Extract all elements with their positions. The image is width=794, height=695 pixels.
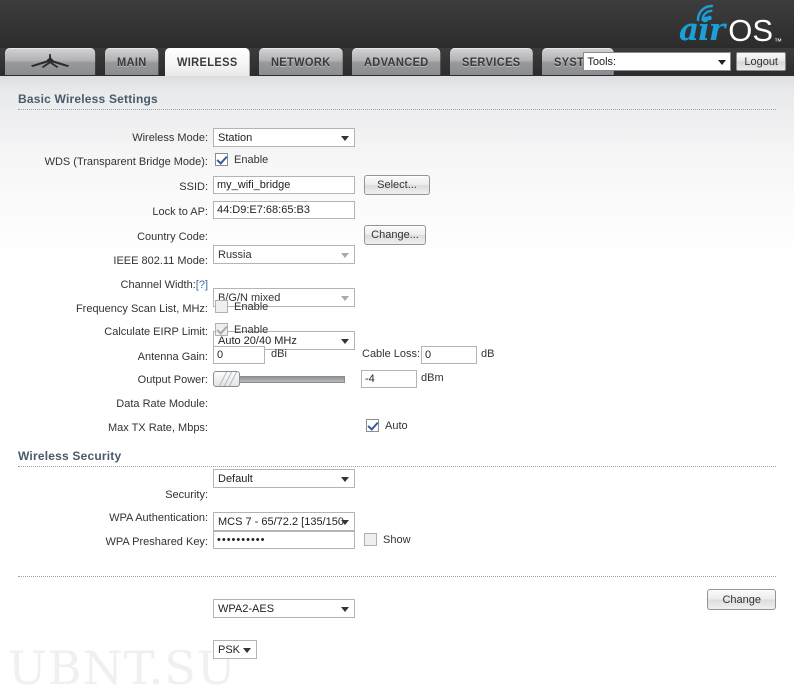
country-code-value: Russia	[218, 248, 252, 261]
max-tx-rate-value: MCS 7 - 65/72.2 [135/150	[218, 515, 344, 528]
section-title-security: Wireless Security	[18, 449, 122, 463]
tab-services[interactable]: SERVICES	[450, 48, 533, 75]
label-calc-eirp: Calculate EIRP Limit:	[104, 326, 208, 338]
freq-scan-enable-checkbox	[215, 300, 228, 313]
label-cable-loss: Cable Loss:	[362, 348, 421, 360]
label-freq-scan: Frequency Scan List, MHz:	[75, 303, 208, 315]
chevron-down-icon	[341, 295, 349, 301]
label-lock-to-ap: Lock to AP:	[152, 206, 208, 218]
label-wireless-mode: Wireless Mode:	[132, 132, 208, 144]
logo-os-text: OS	[728, 13, 773, 48]
data-rate-value: Default	[218, 472, 253, 485]
security-select[interactable]: WPA2-AES	[213, 599, 355, 618]
label-channel-width: Channel Width:[?]	[8, 276, 208, 294]
chevron-down-icon	[341, 252, 349, 258]
tab-main[interactable]: MAIN	[105, 48, 159, 75]
site-watermark: UBNT.SU	[8, 641, 237, 695]
label-wpa-auth: WPA Authentication:	[109, 512, 208, 524]
ubiquiti-logo-icon	[30, 53, 70, 68]
calc-eirp-enable-label: Enable	[234, 323, 269, 336]
tab-advanced[interactable]: ADVANCED	[351, 48, 441, 75]
label-ieee-mode: IEEE 802.11 Mode:	[113, 255, 208, 267]
airos-logo: air OS ™	[679, 2, 782, 48]
tab-strip: MAIN WIRELESS NETWORK ADVANCED SERVICES …	[5, 48, 622, 76]
chevron-down-icon	[341, 135, 349, 141]
label-country-code: Country Code:	[137, 231, 208, 243]
label-data-rate: Data Rate Module:	[116, 398, 208, 410]
main-content: UBNT.SU Basic Wireless Settings Wireless…	[0, 76, 794, 695]
calc-eirp-row: Enable	[215, 323, 268, 336]
label-wpa-key: WPA Preshared Key:	[105, 536, 208, 548]
freq-scan-enable-label: Enable	[234, 300, 269, 313]
label-ssid: SSID:	[179, 181, 208, 193]
tools-dropdown[interactable]: Tools:	[583, 52, 732, 71]
change-button[interactable]: Change	[707, 589, 776, 610]
security-value: WPA2-AES	[218, 602, 275, 615]
wpa-key-show-checkbox[interactable]	[364, 533, 377, 546]
logo-air-text: air	[679, 12, 725, 48]
wireless-mode-value: Station	[218, 131, 253, 144]
country-code-select[interactable]: Russia	[213, 245, 355, 264]
section-rule-basic	[18, 109, 776, 110]
chevron-down-icon	[718, 59, 727, 65]
max-tx-rate-auto-checkbox[interactable]	[366, 419, 379, 432]
output-power-unit: dBm	[421, 372, 444, 384]
freq-scan-row: Enable	[215, 300, 268, 313]
tab-wireless[interactable]: WIRELESS	[165, 48, 250, 76]
max-tx-rate-auto-row: Auto	[366, 419, 408, 432]
slider-handle[interactable]	[213, 371, 240, 387]
logo-tm-mark: ™	[774, 37, 782, 46]
label-wds: WDS (Transparent Bridge Mode):	[44, 156, 208, 168]
channel-width-help-icon[interactable]: [?]	[196, 279, 208, 291]
ssid-select-button[interactable]: Select...	[364, 175, 430, 195]
toolbar-right: Tools: Logout	[583, 52, 786, 71]
tab-bar: MAIN WIRELESS NETWORK ADVANCED SERVICES …	[0, 48, 794, 76]
chevron-down-icon	[341, 606, 349, 612]
country-code-change-button[interactable]: Change...	[364, 225, 426, 245]
ssid-input[interactable]	[213, 176, 355, 194]
tab-home-logo[interactable]	[5, 48, 96, 75]
chevron-down-icon	[341, 476, 349, 482]
channel-width-value: Auto 20/40 MHz	[218, 334, 297, 347]
wds-enable-checkbox[interactable]	[215, 153, 228, 166]
calc-eirp-enable-checkbox	[215, 323, 228, 336]
max-tx-rate-auto-label: Auto	[385, 419, 408, 432]
antenna-gain-input[interactable]	[213, 346, 265, 364]
footer-rule	[18, 576, 776, 577]
antenna-gain-unit: dBi	[271, 348, 287, 360]
label-max-tx-rate: Max TX Rate, Mbps:	[107, 422, 208, 434]
output-power-input[interactable]	[361, 370, 417, 388]
data-rate-select[interactable]: Default	[213, 469, 355, 488]
page-header: air OS ™	[0, 0, 794, 48]
label-output-power: Output Power:	[137, 374, 208, 386]
cable-loss-input[interactable]	[421, 346, 477, 364]
wpa-key-show-label: Show	[383, 533, 411, 546]
tab-network[interactable]: NETWORK	[259, 48, 343, 75]
label-security: Security:	[165, 489, 208, 501]
logout-button[interactable]: Logout	[736, 52, 786, 71]
chevron-down-icon	[243, 647, 251, 653]
lock-to-ap-input[interactable]	[213, 201, 355, 219]
wpa-auth-select[interactable]: PSK	[213, 640, 257, 659]
wpa-key-input[interactable]	[213, 531, 355, 549]
section-rule-security	[18, 466, 776, 467]
output-power-slider[interactable]	[213, 371, 345, 387]
section-title-basic: Basic Wireless Settings	[18, 92, 158, 106]
wireless-mode-select[interactable]: Station	[213, 128, 355, 147]
wpa-auth-value: PSK	[218, 643, 241, 656]
tools-dropdown-value: Tools:	[587, 55, 617, 68]
chevron-down-icon	[341, 338, 349, 344]
wds-row: Enable	[215, 153, 268, 166]
cable-loss-unit: dB	[481, 348, 495, 360]
wpa-key-show-row: Show	[364, 533, 411, 546]
wds-enable-label: Enable	[234, 153, 269, 166]
label-antenna-gain: Antenna Gain:	[137, 351, 208, 363]
chevron-down-icon	[341, 519, 349, 525]
max-tx-rate-select[interactable]: MCS 7 - 65/72.2 [135/150	[213, 512, 355, 531]
label-channel-width-text: Channel Width:	[120, 279, 196, 291]
